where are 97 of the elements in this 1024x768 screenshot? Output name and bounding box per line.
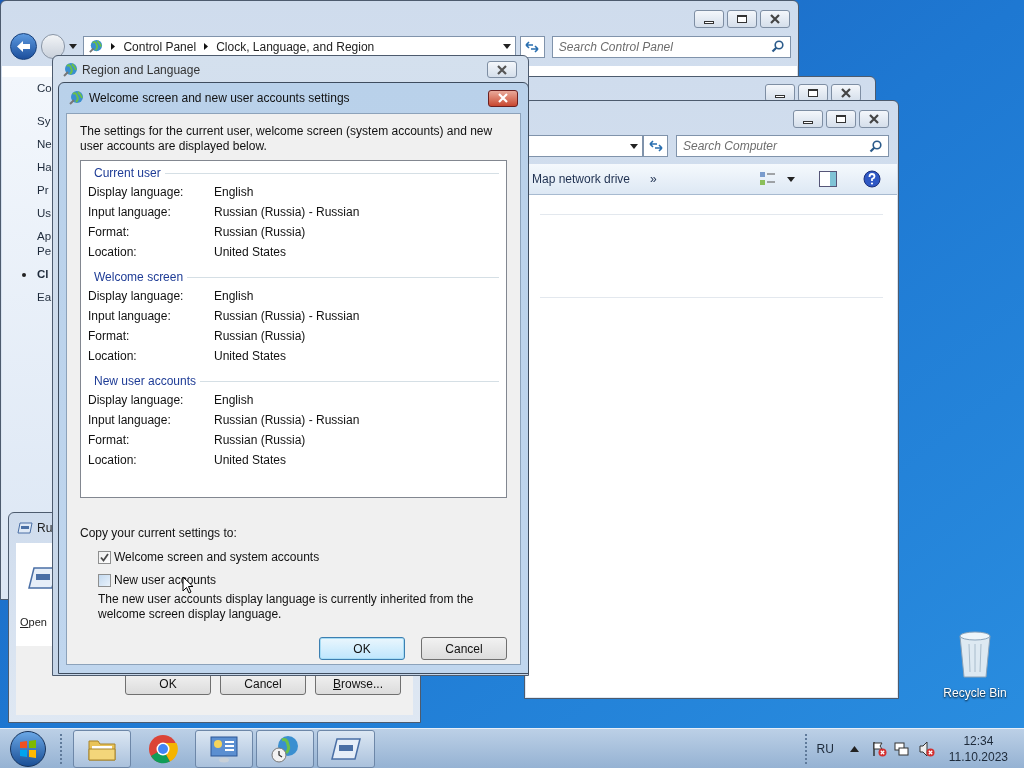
bullet-icon	[22, 273, 26, 277]
setting-label: Input language:	[88, 412, 172, 429]
back-button[interactable]	[10, 33, 37, 60]
taskbar-button[interactable]	[73, 729, 131, 768]
search-field[interactable]: Search Control Panel	[551, 35, 791, 58]
setting-value: United States	[214, 348, 287, 365]
preview-pane-icon[interactable]	[819, 171, 837, 187]
windows-logo-icon	[19, 739, 37, 758]
taskbar-button[interactable]	[317, 729, 375, 768]
dialog-button[interactable]: Cancel	[421, 637, 507, 660]
view-options-icon[interactable]	[759, 171, 777, 187]
view-dropdown-icon	[787, 176, 795, 182]
setting-value: English	[214, 392, 254, 409]
setting-value: Russian (Russia)	[214, 328, 306, 345]
open-label: Open	[20, 616, 47, 628]
close-icon	[769, 14, 781, 24]
browser-icon	[148, 733, 178, 764]
maximize-button[interactable]	[826, 110, 856, 128]
refresh-icon	[647, 139, 664, 153]
run-icon	[331, 737, 361, 760]
language-indicator[interactable]: RU	[816, 739, 834, 758]
intro-text: The settings for the current user, welcome screen (system accounts) and new user accounts are displayed below.	[80, 124, 494, 154]
dialog-button[interactable]: OK	[319, 637, 405, 660]
setting-label: Input language:	[88, 204, 172, 221]
close-icon	[496, 64, 508, 75]
minimize-button[interactable]	[793, 110, 823, 128]
taskbar-button[interactable]	[195, 729, 253, 768]
breadcrumb-item[interactable]: Control Panel	[123, 37, 197, 56]
setting-label: Format:	[88, 328, 131, 345]
back-arrow-icon	[15, 40, 31, 53]
recent-pages-icon	[69, 44, 78, 49]
more-commands-button[interactable]: »	[650, 170, 657, 188]
close-icon	[497, 93, 509, 103]
globe-clock-icon	[270, 733, 300, 764]
network-icon[interactable]	[893, 740, 910, 757]
address-bar[interactable]: Control Panel Clock, Language, and Region	[83, 35, 517, 58]
setting-label: Location:	[88, 244, 138, 261]
note-text: The new user accounts display language is currently inherited from the welcome screen display language.	[97, 592, 475, 622]
maximize-button[interactable]	[727, 10, 757, 28]
setting-label: Location:	[88, 452, 138, 469]
dropdown-caret-icon	[503, 44, 512, 49]
action-center-icon[interactable]	[870, 740, 887, 757]
checkbox[interactable]	[98, 550, 111, 564]
refresh-button[interactable]	[520, 35, 545, 58]
close-button[interactable]	[487, 61, 517, 78]
section-heading: Current user	[94, 165, 161, 182]
section-heading: Welcome screen	[94, 269, 184, 286]
minimize-button[interactable]	[694, 10, 724, 28]
setting-label: Display language:	[88, 184, 185, 201]
copy-settings-label: Copy your current settings to:	[80, 525, 238, 542]
setting-label: Format:	[88, 224, 131, 241]
breadcrumb-item[interactable]: Clock, Language, and Region	[216, 37, 375, 56]
globe-icon	[68, 90, 84, 106]
window-title: Welcome screen and new user accounts settings	[89, 90, 350, 107]
refresh-button[interactable]	[643, 135, 668, 157]
setting-value: United States	[214, 452, 287, 469]
help-icon[interactable]	[863, 170, 881, 188]
window-title: Region and Language	[82, 61, 201, 79]
checkbox[interactable]	[98, 573, 111, 587]
setting-value: Russian (Russia) - Russian	[214, 204, 360, 221]
close-icon	[868, 114, 880, 124]
setting-value: Russian (Russia)	[214, 224, 306, 241]
checkbox-label[interactable]: Welcome screen and system accounts	[114, 548, 320, 566]
setting-label: Format:	[88, 432, 131, 449]
setting-label: Display language:	[88, 288, 185, 305]
setting-label: Display language:	[88, 392, 185, 409]
start-button[interactable]	[10, 730, 46, 767]
search-field[interactable]: Search Computer	[676, 135, 889, 157]
setting-value: Russian (Russia) - Russian	[214, 412, 360, 429]
setting-value: Russian (Russia) - Russian	[214, 308, 360, 325]
close-button[interactable]	[488, 89, 518, 107]
dropdown-caret-icon	[630, 143, 638, 149]
setting-value: United States	[214, 244, 287, 261]
globe-icon	[62, 61, 78, 78]
toolbar-button[interactable]: Map network drive	[532, 170, 631, 188]
recycle-bin-icon[interactable]	[957, 630, 993, 678]
show-hidden-icons[interactable]	[849, 745, 859, 752]
muted-speaker-icon[interactable]	[918, 740, 935, 757]
refresh-icon	[524, 39, 541, 54]
breadcrumb-arrow-icon	[204, 43, 209, 50]
window-title: Ru	[37, 520, 53, 537]
close-button[interactable]	[760, 10, 790, 28]
search-icon	[869, 139, 882, 153]
setting-value: English	[214, 288, 254, 305]
run-icon	[17, 522, 33, 534]
setting-value: Russian (Russia)	[214, 432, 306, 449]
close-icon	[840, 88, 852, 98]
search-icon	[771, 40, 784, 53]
breadcrumb-arrow-icon	[111, 43, 116, 50]
setting-label: Input language:	[88, 308, 172, 325]
setting-value: English	[214, 184, 254, 201]
desktop-icon-label[interactable]: Recycle Bin	[943, 684, 1007, 702]
clock[interactable]: 12:34 11.10.2023	[948, 732, 1008, 765]
taskbar-button[interactable]	[256, 729, 314, 768]
setting-label: Location:	[88, 348, 138, 365]
close-button[interactable]	[859, 110, 889, 128]
section-heading: New user accounts	[94, 373, 197, 390]
